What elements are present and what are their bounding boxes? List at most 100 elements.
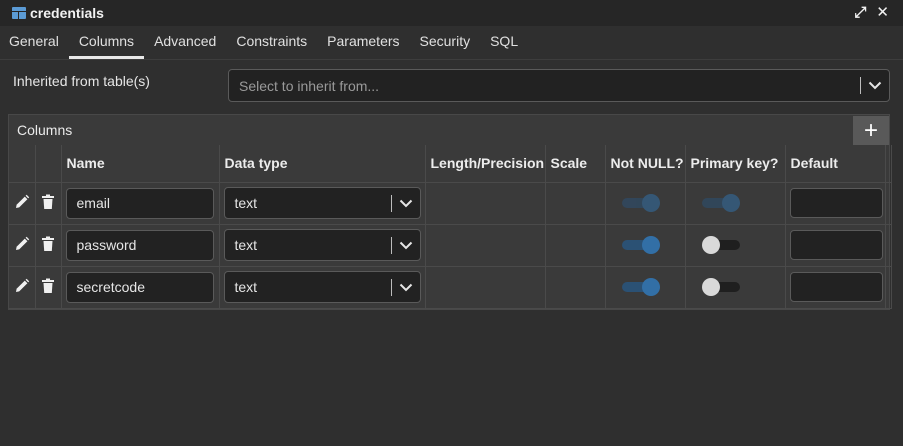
primary-key-cell bbox=[685, 182, 786, 225]
inherit-label: Inherited from table(s) bbox=[13, 73, 150, 89]
toggle-knob bbox=[701, 236, 720, 254]
chevron-down-icon[interactable] bbox=[392, 241, 420, 250]
default-cell bbox=[785, 266, 886, 309]
spacer-cell bbox=[885, 182, 892, 225]
title-bar: credentials ⤢ ✕ bbox=[0, 0, 903, 26]
inherit-placeholder: Select to inherit from... bbox=[239, 77, 380, 94]
tab-constraints[interactable]: Constraints bbox=[226, 25, 317, 59]
toggle-knob bbox=[641, 194, 660, 212]
not-null-toggle[interactable] bbox=[621, 194, 660, 212]
data-type-value: text bbox=[234, 237, 258, 253]
tab-advanced[interactable]: Advanced bbox=[144, 25, 226, 59]
scale-cell bbox=[545, 182, 606, 225]
scale-cell bbox=[545, 224, 606, 267]
length-cell bbox=[425, 224, 546, 267]
data-type-value: text bbox=[234, 279, 258, 295]
column-name-input[interactable]: secretcode bbox=[65, 271, 214, 303]
data-type-select[interactable]: text bbox=[223, 187, 421, 219]
header-spacer bbox=[885, 145, 892, 183]
edit-cell bbox=[9, 266, 36, 309]
default-value-input[interactable] bbox=[789, 188, 883, 218]
header-not-null: Not NULL? bbox=[605, 145, 686, 183]
column-name-value: secretcode bbox=[76, 279, 145, 295]
edit-cell bbox=[9, 182, 36, 225]
trash-icon[interactable] bbox=[41, 194, 55, 213]
primary-key-cell bbox=[685, 224, 786, 267]
not-null-toggle[interactable] bbox=[621, 278, 660, 296]
columns-panel: Columns + Name Data type Length/Precisio… bbox=[8, 114, 892, 310]
trash-icon[interactable] bbox=[41, 278, 55, 297]
header-default: Default bbox=[785, 145, 886, 183]
length-cell bbox=[425, 182, 546, 225]
column-name-value: password bbox=[76, 237, 137, 253]
table-row: password text bbox=[9, 224, 892, 267]
tab-parameters[interactable]: Parameters bbox=[317, 25, 409, 59]
tab-columns[interactable]: Columns bbox=[68, 25, 145, 59]
column-name-input[interactable]: password bbox=[65, 229, 214, 261]
tab-sql[interactable]: SQL bbox=[480, 25, 528, 59]
expand-icon[interactable]: ⤢ bbox=[854, 4, 866, 22]
toggle-knob bbox=[701, 278, 720, 296]
primary-key-toggle[interactable] bbox=[701, 236, 740, 254]
table-icon bbox=[12, 7, 26, 19]
add-column-button[interactable]: + bbox=[853, 116, 889, 145]
tab-general[interactable]: General bbox=[0, 25, 69, 59]
delete-cell bbox=[35, 266, 62, 309]
not-null-cell bbox=[605, 182, 686, 225]
chevron-down-icon[interactable] bbox=[392, 199, 420, 208]
default-cell bbox=[785, 224, 886, 267]
pencil-icon[interactable] bbox=[14, 236, 30, 255]
edit-column-header bbox=[9, 145, 36, 183]
default-value-input[interactable] bbox=[789, 230, 883, 260]
trash-icon[interactable] bbox=[41, 236, 55, 255]
header-scale: Scale bbox=[545, 145, 606, 183]
window-title: credentials bbox=[30, 5, 104, 21]
column-name-value: email bbox=[76, 195, 110, 211]
data-type-select[interactable]: text bbox=[223, 229, 421, 261]
type-cell: text bbox=[219, 266, 426, 309]
chevron-down-icon[interactable] bbox=[861, 81, 889, 90]
not-null-toggle[interactable] bbox=[621, 236, 660, 254]
pencil-icon[interactable] bbox=[14, 278, 30, 297]
delete-cell bbox=[35, 224, 62, 267]
primary-key-toggle[interactable] bbox=[701, 278, 740, 296]
length-cell bbox=[425, 266, 546, 309]
columns-header-row: Name Data type Length/Precision Scale No… bbox=[9, 145, 892, 183]
table-row: secretcode text bbox=[9, 266, 892, 309]
primary-key-cell bbox=[685, 266, 786, 309]
name-cell: email bbox=[61, 182, 220, 225]
tab-security[interactable]: Security bbox=[410, 25, 481, 59]
default-value-input[interactable] bbox=[789, 272, 883, 302]
column-name-input[interactable]: email bbox=[65, 187, 214, 219]
delete-cell bbox=[35, 182, 62, 225]
chevron-down-icon[interactable] bbox=[392, 283, 420, 292]
tab-bar: General Columns Advanced Constraints Par… bbox=[0, 26, 903, 60]
default-cell bbox=[785, 182, 886, 225]
data-type-select[interactable]: text bbox=[223, 271, 421, 303]
columns-table: Name Data type Length/Precision Scale No… bbox=[9, 145, 892, 309]
data-type-value: text bbox=[234, 195, 258, 211]
columns-panel-header: Columns + bbox=[9, 115, 889, 145]
close-icon[interactable]: ✕ bbox=[876, 4, 889, 22]
toggle-knob bbox=[721, 194, 740, 212]
edit-cell bbox=[9, 224, 36, 267]
inherit-select[interactable]: Select to inherit from... bbox=[228, 69, 890, 102]
type-cell: text bbox=[219, 182, 426, 225]
header-data-type: Data type bbox=[219, 145, 426, 183]
header-name: Name bbox=[61, 145, 220, 183]
name-cell: secretcode bbox=[61, 266, 220, 309]
toggle-knob bbox=[641, 278, 660, 296]
spacer-cell bbox=[885, 224, 892, 267]
not-null-cell bbox=[605, 224, 686, 267]
primary-key-toggle[interactable] bbox=[701, 194, 740, 212]
name-cell: password bbox=[61, 224, 220, 267]
type-cell: text bbox=[219, 224, 426, 267]
header-primary-key: Primary key? bbox=[685, 145, 786, 183]
scale-cell bbox=[545, 266, 606, 309]
delete-column-header bbox=[35, 145, 62, 183]
pencil-icon[interactable] bbox=[14, 194, 30, 213]
columns-panel-title: Columns bbox=[17, 122, 73, 138]
header-length: Length/Precision bbox=[425, 145, 546, 183]
not-null-cell bbox=[605, 266, 686, 309]
toggle-knob bbox=[641, 236, 660, 254]
